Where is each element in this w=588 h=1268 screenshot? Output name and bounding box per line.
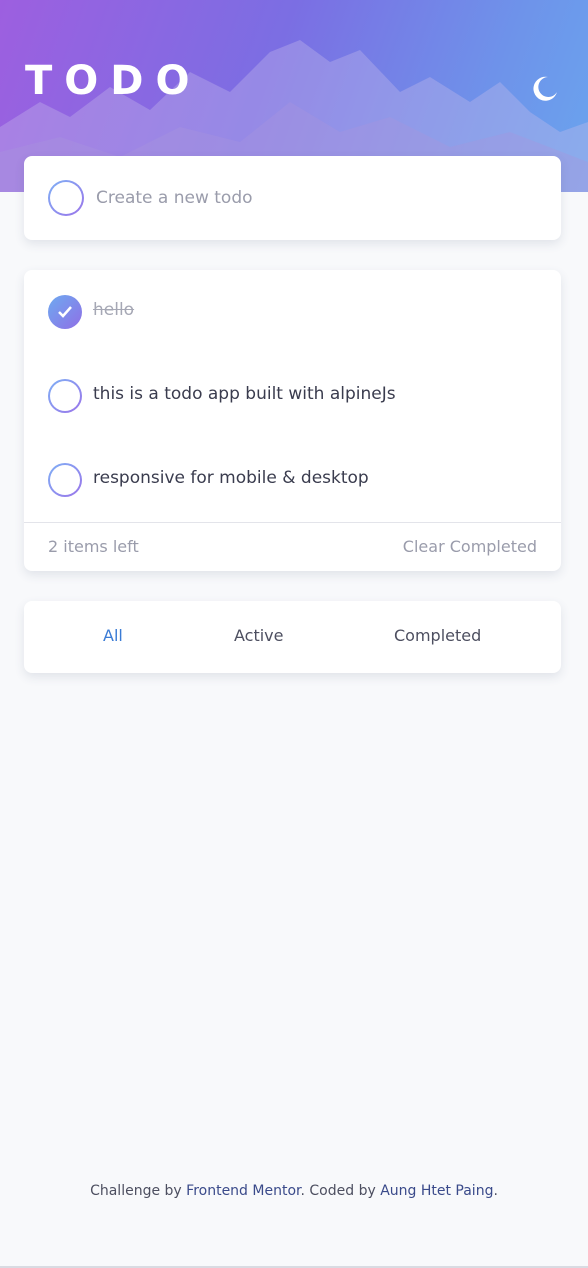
moon-icon bbox=[533, 76, 557, 101]
filter-all[interactable]: All bbox=[103, 626, 123, 645]
todo-text[interactable]: responsive for mobile & desktop bbox=[93, 468, 369, 488]
todo-checkbox[interactable] bbox=[48, 463, 82, 497]
filter-completed[interactable]: Completed bbox=[394, 626, 481, 645]
new-todo-card bbox=[24, 156, 561, 240]
todo-checkbox[interactable] bbox=[48, 379, 82, 413]
todo-item: this is a todo app built with alpineJs bbox=[24, 354, 561, 438]
filter-active[interactable]: Active bbox=[234, 626, 284, 645]
todo-checkbox-checked[interactable] bbox=[48, 295, 82, 329]
check-icon bbox=[58, 306, 72, 318]
todo-text[interactable]: this is a todo app built with alpineJs bbox=[93, 384, 396, 404]
frontend-mentor-link[interactable]: Frontend Mentor bbox=[186, 1183, 300, 1199]
todo-text[interactable]: hello bbox=[93, 300, 134, 320]
attribution-middle: . Coded by bbox=[300, 1183, 381, 1199]
list-footer: 2 items left Clear Completed bbox=[24, 522, 561, 571]
attribution: Challenge by Frontend Mentor. Coded by A… bbox=[0, 1183, 588, 1199]
todo-list: hello this is a todo app built with alpi… bbox=[24, 270, 561, 571]
attribution-prefix: Challenge by bbox=[90, 1183, 187, 1199]
attribution-suffix: . bbox=[493, 1183, 498, 1199]
theme-toggle-button[interactable] bbox=[528, 72, 560, 104]
todo-item: hello bbox=[24, 270, 561, 354]
clear-completed-button[interactable]: Clear Completed bbox=[403, 537, 537, 556]
filter-bar: All Active Completed bbox=[24, 601, 561, 673]
todo-item: responsive for mobile & desktop bbox=[24, 438, 561, 522]
new-todo-input[interactable] bbox=[96, 182, 526, 214]
new-todo-circle-icon bbox=[48, 180, 84, 216]
items-left-count: 2 items left bbox=[48, 537, 139, 556]
app-title: TODO bbox=[25, 58, 202, 104]
author-link[interactable]: Aung Htet Paing bbox=[380, 1183, 493, 1199]
